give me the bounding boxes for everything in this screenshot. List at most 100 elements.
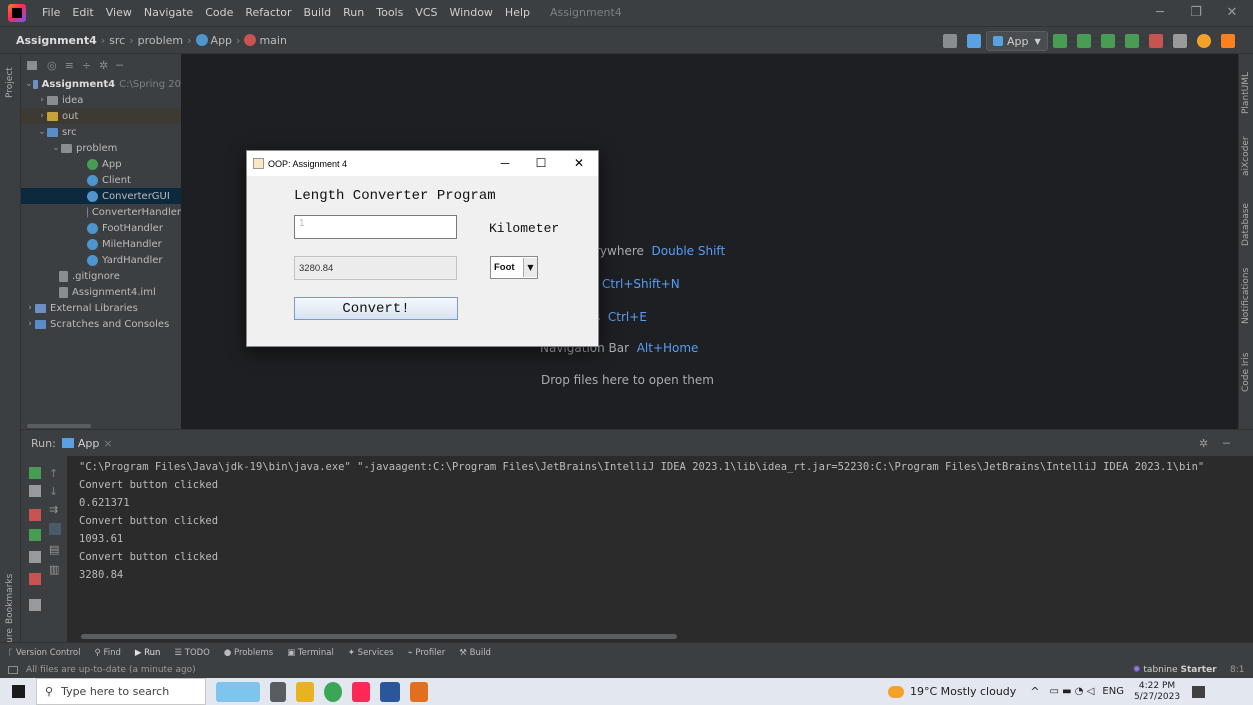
menu-file[interactable]: File xyxy=(36,0,66,26)
status-toggle-icon[interactable] xyxy=(8,666,18,674)
exit-icon[interactable] xyxy=(29,573,41,585)
tree-item-root[interactable]: ⌄ Assignment4 C:\Spring 20 xyxy=(21,76,181,92)
tree-item-external-libraries[interactable]: › External Libraries xyxy=(21,300,181,316)
bug-icon[interactable] xyxy=(29,529,41,541)
tree-item-out[interactable]: › out xyxy=(21,108,181,124)
hide-icon[interactable]: ─ xyxy=(1223,437,1230,450)
chevron-up-icon[interactable]: ^ xyxy=(1030,685,1039,698)
project-tool-tab[interactable]: Project xyxy=(5,67,15,98)
tab-find[interactable]: ⚲ Find xyxy=(95,648,121,658)
down-arrow-icon[interactable]: ↓ xyxy=(49,485,61,498)
network-icon[interactable]: ▭ ▬ ◔ ◁ xyxy=(1050,686,1095,697)
trash-icon[interactable]: ▥ xyxy=(49,563,61,576)
length-input[interactable]: 1 xyxy=(294,215,457,239)
menu-build[interactable]: Build xyxy=(298,0,338,26)
code-iris-tool-tab[interactable]: Code Iris xyxy=(1241,353,1251,392)
console-output[interactable]: "C:\Program Files\Java\jdk-19\bin\java.e… xyxy=(79,458,1204,584)
chrome-icon[interactable] xyxy=(324,681,342,702)
dialog-title-bar[interactable]: OOP: Assignment 4 ─ ☐ ✕ xyxy=(247,151,598,176)
up-arrow-icon[interactable]: ↑ xyxy=(49,467,61,480)
camera-icon[interactable] xyxy=(29,551,41,563)
output-unit-select[interactable]: Foot ▼ xyxy=(490,256,538,279)
stop-icon[interactable] xyxy=(1148,34,1163,48)
database-tool-tab[interactable]: Database xyxy=(1241,203,1251,246)
close-icon[interactable]: ✕ xyxy=(1214,0,1250,26)
language-indicator[interactable]: ENG xyxy=(1102,686,1124,697)
breadcrumb-project[interactable]: Assignment4 xyxy=(16,34,97,47)
tree-item-convertergui[interactable]: ConverterGUI xyxy=(21,188,181,204)
scroll-to-end-icon[interactable] xyxy=(49,523,61,535)
breadcrumb-main[interactable]: main xyxy=(259,34,286,47)
locate-icon[interactable]: ◎ xyxy=(47,59,57,72)
minimize-icon[interactable]: ─ xyxy=(1142,0,1178,26)
hammer-icon[interactable] xyxy=(967,34,981,48)
user-icon[interactable] xyxy=(943,34,957,48)
clock[interactable]: 4:22 PM 5/27/2023 xyxy=(1134,681,1180,703)
caret-position[interactable]: 8:1 xyxy=(1230,665,1244,675)
hide-icon[interactable]: ─ xyxy=(116,59,123,72)
tab-run[interactable]: ▶ Run xyxy=(135,648,161,658)
windows-start-icon[interactable] xyxy=(12,685,25,698)
gear-icon[interactable]: ✲ xyxy=(1199,437,1208,450)
tree-item-iml[interactable]: Assignment4.iml xyxy=(21,284,181,300)
tree-item-milehandler[interactable]: MileHandler xyxy=(21,236,181,252)
expand-all-icon[interactable]: ≡ xyxy=(65,59,74,72)
rerun-icon[interactable] xyxy=(1052,34,1067,48)
word-icon[interactable] xyxy=(380,681,400,702)
run-tab-app[interactable]: App xyxy=(78,437,100,450)
menu-edit[interactable]: Edit xyxy=(66,0,99,26)
coverage-icon[interactable] xyxy=(1100,34,1115,48)
file-explorer-icon[interactable] xyxy=(296,681,314,702)
wrench-icon[interactable] xyxy=(29,485,41,497)
tab-todo[interactable]: ☰ TODO xyxy=(174,648,209,658)
project-scrollbar[interactable] xyxy=(27,424,91,428)
convert-button[interactable]: Convert! xyxy=(294,297,458,320)
menu-refactor[interactable]: Refactor xyxy=(239,0,297,26)
search-icon[interactable] xyxy=(1172,34,1187,48)
tree-item-converterhandler[interactable]: ConverterHandler xyxy=(21,204,181,220)
maximize-icon[interactable]: ☐ xyxy=(523,151,559,176)
menu-run[interactable]: Run xyxy=(337,0,370,26)
tree-item-problem[interactable]: ⌄ problem xyxy=(21,140,181,156)
taskbar-search[interactable]: ⚲ Type here to search xyxy=(36,678,206,705)
print-icon[interactable]: ▤ xyxy=(49,543,61,556)
close-icon[interactable]: ✕ xyxy=(561,151,597,176)
profile-icon[interactable] xyxy=(1124,34,1139,48)
breadcrumb-app[interactable]: App xyxy=(211,34,233,47)
menu-navigate[interactable]: Navigate xyxy=(138,0,199,26)
bookmarks-tool-tab[interactable]: Bookmarks xyxy=(5,574,15,624)
tree-item-client[interactable]: Client xyxy=(21,172,181,188)
run-config-select[interactable]: App ▼ xyxy=(986,31,1048,51)
console-horizontal-scrollbar[interactable] xyxy=(81,634,677,639)
notifications-tool-tab[interactable]: Notifications xyxy=(1241,268,1251,324)
notification-center-icon[interactable] xyxy=(1192,685,1206,698)
menu-view[interactable]: View xyxy=(100,0,138,26)
intellij-taskbar-icon[interactable] xyxy=(352,681,370,702)
jetbrains-icon[interactable] xyxy=(1220,34,1235,48)
aixcoder-tool-tab[interactable]: aiXcoder xyxy=(1241,136,1251,176)
tab-build[interactable]: ⚒ Build xyxy=(459,648,491,658)
layout-icon[interactable] xyxy=(29,599,41,611)
tab-services[interactable]: ✦ Services xyxy=(348,648,394,658)
menu-help[interactable]: Help xyxy=(499,0,536,26)
rerun-icon[interactable] xyxy=(29,467,41,479)
breadcrumb-problem[interactable]: problem xyxy=(138,34,184,47)
task-view-icon[interactable] xyxy=(270,681,286,702)
tabnine-status[interactable]: ✺ tabnine Starter xyxy=(1133,665,1217,675)
soft-wrap-icon[interactable]: ⇉ xyxy=(49,503,61,516)
debug-icon[interactable] xyxy=(1076,34,1091,48)
weather-status[interactable]: 19°C Mostly cloudy xyxy=(910,685,1016,698)
news-widget-icon[interactable] xyxy=(216,681,260,702)
update-icon[interactable] xyxy=(1196,34,1211,48)
tab-problems[interactable]: ● Problems xyxy=(224,648,273,658)
menu-code[interactable]: Code xyxy=(199,0,239,26)
tab-profiler[interactable]: ⌁ Profiler xyxy=(408,648,446,658)
menu-tools[interactable]: Tools xyxy=(370,0,409,26)
restore-icon[interactable]: ❐ xyxy=(1178,0,1214,26)
minimize-icon[interactable]: ─ xyxy=(487,151,523,176)
breadcrumb-src[interactable]: src xyxy=(109,34,125,47)
menu-vcs[interactable]: VCS xyxy=(409,0,443,26)
tab-terminal[interactable]: ▣ Terminal xyxy=(287,648,334,658)
tree-item-src[interactable]: ⌄ src xyxy=(21,124,181,140)
stop-icon[interactable] xyxy=(29,509,41,521)
